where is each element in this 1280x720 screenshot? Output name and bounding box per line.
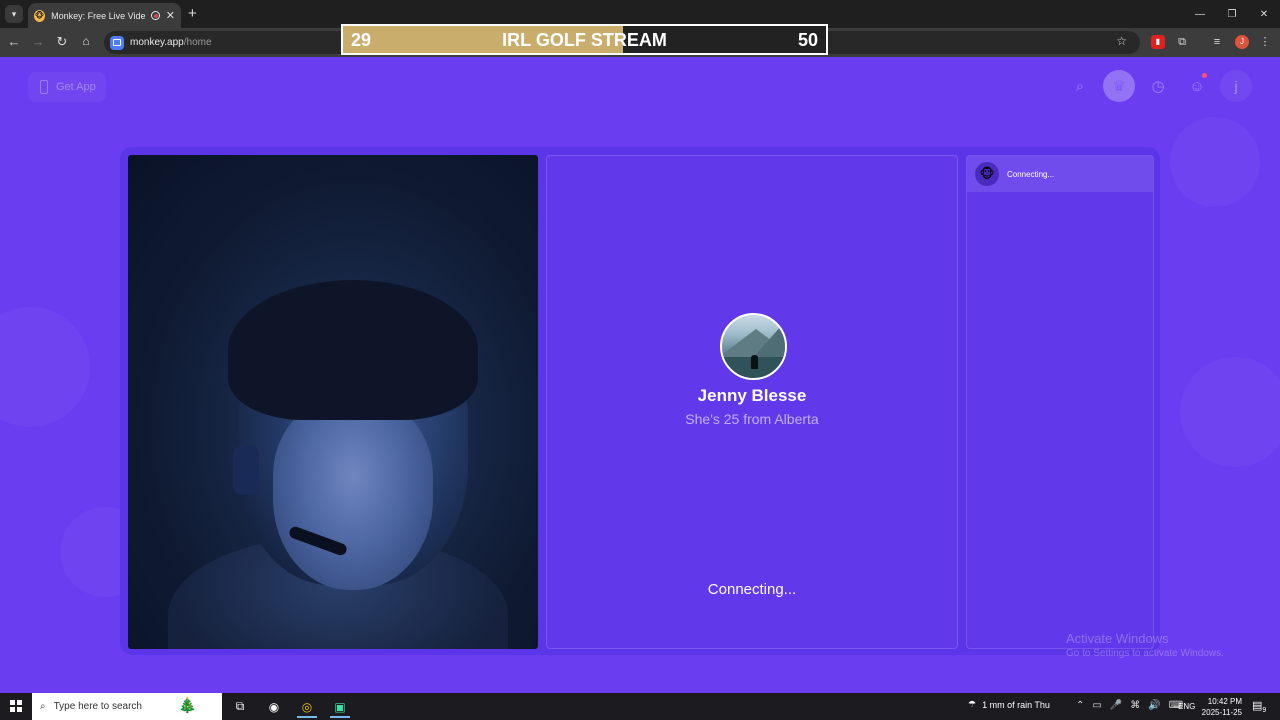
extension-red-icon[interactable]: ▮ <box>1151 35 1165 49</box>
weather-widget[interactable]: ☂ 1 mm of rain Thu <box>968 699 1050 710</box>
background-blob <box>0 307 90 427</box>
weather-text: 1 mm of rain Thu <box>982 699 1050 710</box>
chat-status-row: 🐵 Connecting... <box>967 156 1153 192</box>
tab-search-icon[interactable]: ▾ <box>5 5 23 23</box>
background-blob <box>1170 117 1260 207</box>
stream-right-value: 50 <box>797 30 818 50</box>
stream-title: IRL GOLF STREAM <box>502 30 667 50</box>
task-view-icon[interactable]: ⧉ <box>226 695 254 718</box>
video-chat-stage: Jenny Blesse She's 25 from Alberta Conne… <box>120 147 1160 655</box>
tab-title: Monkey: Free Live Video Ch <box>51 10 146 21</box>
connection-status: Connecting... <box>707 581 797 598</box>
video-app-icon[interactable]: ▣ <box>326 695 354 718</box>
browser-menu-icon[interactable]: ⋮ <box>1258 35 1272 49</box>
close-window-button[interactable]: ✕ <box>1248 0 1280 28</box>
meet-now-icon[interactable]: ▭ <box>1092 700 1101 711</box>
monkey-favicon-icon: 🐵 <box>34 9 46 22</box>
holiday-tree-icon: 🎄 <box>178 697 197 714</box>
home-icon[interactable]: ⌂ <box>78 34 94 48</box>
stream-progress-overlay: 29 IRL GOLF STREAM 50 <box>341 24 828 55</box>
discord-app-icon[interactable]: ◉ <box>260 695 288 718</box>
match-info: She's 25 from Alberta <box>685 411 819 427</box>
profile-avatar[interactable]: J <box>1235 35 1249 49</box>
monkey-app-page: Get App ⌕ ♛ ◷ ☺ j Jenny Blesse She's 25 … <box>0 57 1280 693</box>
site-camera-icon[interactable] <box>110 35 124 50</box>
history-clock-icon[interactable]: ◷ <box>1142 70 1174 102</box>
chat-bubble-icon[interactable]: ☺ <box>1181 70 1213 102</box>
microphone-icon[interactable]: 🎤 <box>1110 700 1122 711</box>
match-profile-panel: Jenny Blesse She's 25 from Alberta Conne… <box>546 155 958 649</box>
url-text: monkey.app/home <box>130 37 212 48</box>
chrome-app-icon[interactable]: ◎ <box>293 695 321 718</box>
forward-arrow-icon[interactable]: → <box>30 34 46 49</box>
reload-icon[interactable]: ↻ <box>54 34 70 50</box>
get-app-label: Get App <box>56 81 96 93</box>
clock-date: 2025-11-25 <box>1201 708 1242 717</box>
windows-taskbar: ⌕ Type here to search 🎄 ⧉ ◉ ◎ ▣ ☂ 1 mm o… <box>0 693 1280 720</box>
media-controls-icon[interactable]: ≡ <box>1210 35 1224 49</box>
header-actions: ⌕ ♛ ◷ ☺ j <box>1064 70 1252 102</box>
notification-dot <box>1202 73 1207 78</box>
new-tab-button[interactable]: + <box>188 5 197 22</box>
background-blob <box>1180 357 1280 467</box>
chat-panel: 🐵 Connecting... <box>966 155 1154 649</box>
get-app-button[interactable]: Get App <box>28 72 106 102</box>
match-name: Jenny Blesse <box>697 386 807 405</box>
window-controls: — ❐ ✕ <box>1184 0 1280 28</box>
rain-cloud-icon: ☂ <box>968 699 977 709</box>
restore-button[interactable]: ❐ <box>1216 0 1248 28</box>
activate-windows-watermark: Activate Windows Go to Settings to activ… <box>1066 631 1224 659</box>
tab-close-icon[interactable]: ✕ <box>166 9 175 22</box>
clock-time: 10:42 PM <box>1207 697 1242 706</box>
notification-center-icon[interactable]: ▤9 <box>1252 699 1266 714</box>
volume-icon[interactable]: 🔊 <box>1148 700 1160 711</box>
crown-icon[interactable]: ♛ <box>1103 70 1135 102</box>
search-icon[interactable]: ⌕ <box>1064 70 1096 102</box>
monkey-icon: 🐵 <box>975 162 999 186</box>
bookmark-star-icon[interactable]: ☆ <box>1116 34 1127 48</box>
match-avatar <box>720 313 787 380</box>
chevron-up-icon[interactable]: ⌃ <box>1076 700 1084 711</box>
recording-icon <box>151 11 160 20</box>
network-icon[interactable]: ⌘ <box>1130 700 1140 711</box>
input-language[interactable]: ENG <box>1178 702 1195 711</box>
taskbar-search-placeholder: Type here to search <box>53 701 142 712</box>
webcam-video-feed <box>128 155 538 649</box>
phone-icon <box>40 80 48 94</box>
chat-status-text: Connecting... <box>1007 169 1055 179</box>
system-clock[interactable]: 10:42 PM 2025-11-25 <box>1200 696 1242 718</box>
system-tray: ⌃ ▭ 🎤 ⌘ 🔊 ⌨ <box>1076 700 1183 711</box>
windows-start-icon[interactable] <box>10 700 22 712</box>
minimize-button[interactable]: — <box>1184 0 1216 28</box>
search-icon: ⌕ <box>40 701 46 712</box>
back-arrow-icon[interactable]: ← <box>6 34 22 49</box>
browser-tab[interactable]: 🐵 Monkey: Free Live Video Ch ✕ <box>28 3 181 28</box>
extensions-puzzle-icon[interactable]: ⧉ <box>1175 35 1189 49</box>
user-avatar[interactable]: j <box>1220 70 1252 102</box>
notification-count: 9 <box>1262 707 1267 715</box>
